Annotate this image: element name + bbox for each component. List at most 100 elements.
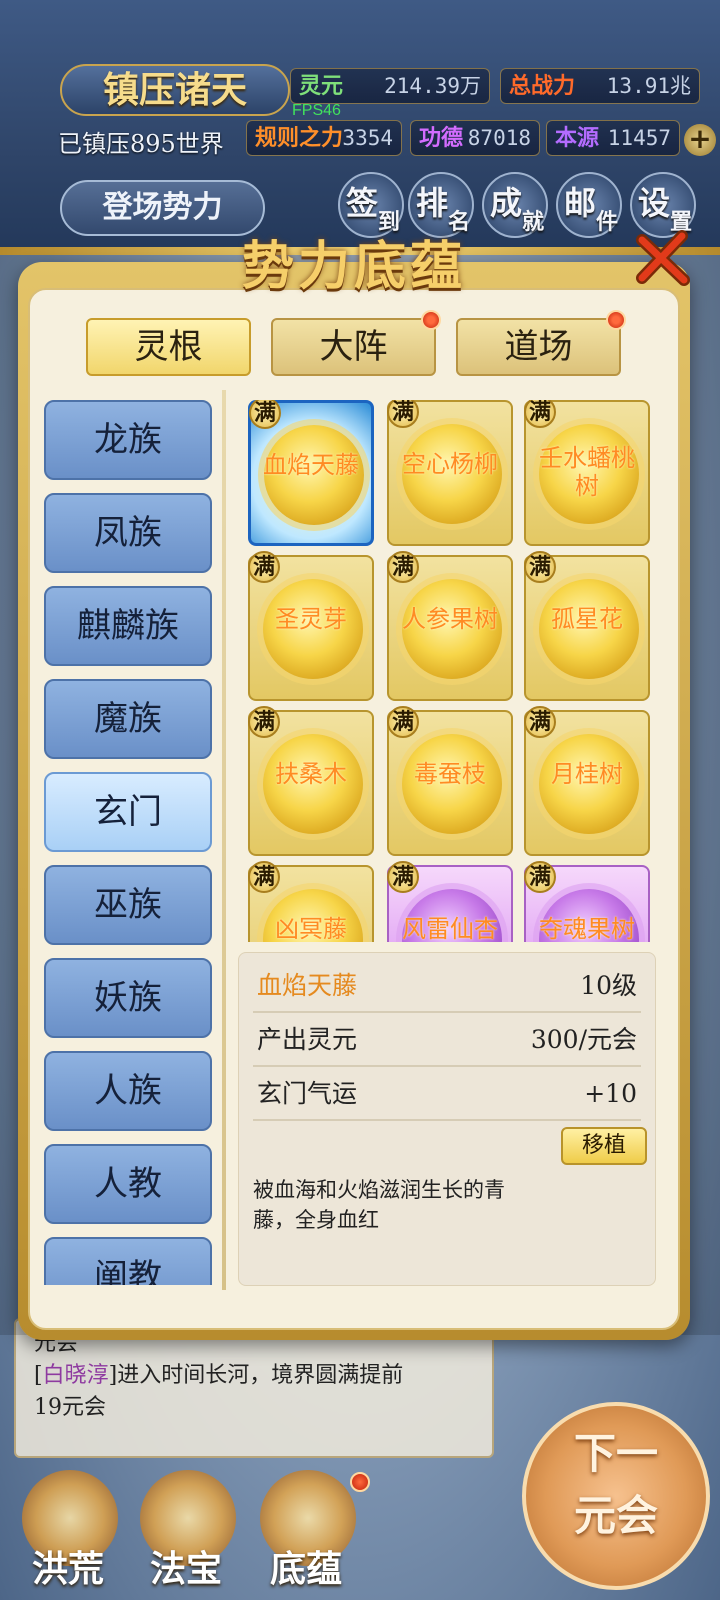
sidebar-item-yaozu[interactable]: 妖族 xyxy=(44,958,212,1038)
feed-character-name[interactable]: 白晓淳 xyxy=(43,1363,109,1388)
detail-luck-label: 玄门气运 xyxy=(257,1079,358,1108)
nav-fabao-label: 法宝 xyxy=(149,1548,222,1590)
stat-rule-value: 3354 xyxy=(342,126,393,150)
close-icon xyxy=(636,230,690,286)
stat-power: 总战力 13.91兆 xyxy=(500,68,700,104)
detail-description: 被血海和火焰滋润生长的青藤，全身血红 xyxy=(253,1178,505,1232)
detail-output-row: 产出灵元 300/元会 xyxy=(253,1013,641,1067)
grid-item-name: 孤星花 xyxy=(551,605,623,633)
sidebar-item-xuanmen[interactable]: 玄门 xyxy=(44,772,212,852)
grid-item-10[interactable]: 风雷仙杏 满 xyxy=(387,861,513,942)
feed-line-1: [白晓淳]进入时间长河，境界圆满提前 xyxy=(34,1363,404,1388)
max-level-badge: 满 xyxy=(248,706,280,738)
grid-item-name: 毒蚕枝 xyxy=(414,760,486,788)
sidebar-item-label: 妖族 xyxy=(94,978,162,1018)
grid-item-1[interactable]: 空心杨柳 满 xyxy=(387,400,513,546)
top-hud: 镇压诸天 已镇压895世界 FPS46 灵元 214.39万 总战力 13.91… xyxy=(0,0,720,255)
detail-output-label: 产出灵元 xyxy=(257,1025,358,1054)
grid-item-9[interactable]: 凶冥藤 满 xyxy=(248,861,374,942)
stat-origin-value: 11457 xyxy=(607,126,671,150)
sidebar-item-fengzu[interactable]: 凤族 xyxy=(44,493,212,573)
sidebar-item-chanjiao[interactable]: 阐教 xyxy=(44,1237,212,1285)
sidebar-item-label: 人族 xyxy=(94,1071,162,1111)
stat-origin: 本源 11457 xyxy=(546,120,680,156)
sidebar-item-label: 玄门 xyxy=(94,792,162,832)
stat-lingyuan-label: 灵元 xyxy=(299,73,344,99)
sidebar-item-label: 麒麟族 xyxy=(77,606,179,646)
max-level-badge: 满 xyxy=(387,706,419,738)
sidebar-item-label: 魔族 xyxy=(94,699,162,739)
modal-title: 势力底蕴 xyxy=(241,236,466,297)
max-level-badge: 满 xyxy=(248,861,280,893)
grid-item-name: 壬水蟠桃树 xyxy=(539,444,635,500)
grid-item-8[interactable]: 月桂树 满 xyxy=(524,706,650,856)
checkin-label-big: 签 xyxy=(346,184,379,222)
tab-linggen-label: 灵根 xyxy=(134,327,203,367)
max-level-badge: 满 xyxy=(387,861,419,893)
stat-power-label: 总战力 xyxy=(509,73,576,99)
nav-honghuang[interactable]: 洪荒 xyxy=(12,1470,124,1594)
sidebar-item-label: 凤族 xyxy=(94,513,162,553)
mail-label-big: 邮 xyxy=(564,184,597,222)
max-level-badge: 满 xyxy=(524,861,556,893)
max-level-badge: 满 xyxy=(249,400,281,429)
grid-item-4[interactable]: 人参果树 满 xyxy=(387,551,513,701)
stat-merit-value: 87018 xyxy=(467,126,531,150)
grid-item-7[interactable]: 毒蚕枝 满 xyxy=(387,706,513,856)
stat-rule: 规则之力 3354 xyxy=(246,120,402,156)
max-level-badge: 满 xyxy=(387,400,419,428)
next-era-line2: 元会 xyxy=(573,1491,658,1540)
next-era-line1: 下一 xyxy=(573,1429,658,1478)
max-level-badge: 满 xyxy=(248,551,280,583)
sidebar-item-renjiao[interactable]: 人教 xyxy=(44,1144,212,1224)
settings-label-big: 设 xyxy=(638,184,671,222)
stat-lingyuan-value: 214.39万 xyxy=(384,74,481,98)
max-level-badge: 满 xyxy=(524,400,556,428)
grid-item-3[interactable]: 圣灵芽 满 xyxy=(248,551,374,701)
detail-output-value: 300/元会 xyxy=(530,1025,637,1054)
detail-item-level: 10级 xyxy=(580,971,637,1000)
stat-rule-label: 规则之力 xyxy=(255,125,344,151)
sidebar-item-renzu[interactable]: 人族 xyxy=(44,1051,212,1131)
tab-daochang-label: 道场 xyxy=(504,327,573,367)
ranking-label-big: 排 xyxy=(416,184,449,222)
close-button[interactable] xyxy=(632,228,694,290)
feed-line-1-text: 进入时间长河，境界圆满提前 xyxy=(117,1363,404,1388)
max-level-badge: 满 xyxy=(524,706,556,738)
next-era-button[interactable]: 下一 元会 xyxy=(522,1402,710,1590)
nav-diyun-label: 底蕴 xyxy=(269,1548,342,1590)
grid-item-name: 扶桑木 xyxy=(275,760,347,788)
tab-linggen[interactable]: 灵根 xyxy=(86,318,251,376)
realm-title: 镇压诸天 xyxy=(102,69,247,111)
sidebar-item-label: 阐教 xyxy=(94,1257,162,1285)
tab-dazhen-label: 大阵 xyxy=(319,327,388,367)
grid-item-name: 空心杨柳 xyxy=(402,450,498,478)
grid-item-11[interactable]: 夺魂果树 满 xyxy=(524,861,650,942)
faction-sidebar[interactable]: 龙族 凤族 麒麟族 魔族 玄门 巫族 妖族 人族 人教 阐教 xyxy=(44,400,214,1285)
sidebar-item-label: 巫族 xyxy=(94,885,162,925)
grid-item-5[interactable]: 孤星花 满 xyxy=(524,551,650,701)
sidebar-item-label: 人教 xyxy=(94,1164,162,1204)
sidebar-item-label: 龙族 xyxy=(94,420,162,460)
stat-power-value: 13.91兆 xyxy=(606,74,691,98)
fps-counter: FPS46 xyxy=(292,102,341,119)
grid-item-name: 凶冥藤 xyxy=(275,915,347,942)
sidebar-item-wuzu[interactable]: 巫族 xyxy=(44,865,212,945)
transplant-button[interactable]: 移植 xyxy=(561,1127,647,1165)
grid-item-name: 圣灵芽 xyxy=(275,605,347,633)
spirit-root-grid[interactable]: 血焰天藤 满 空心杨柳 满 壬水蟠桃树 满 圣灵芽 满 人参果树 满 孤星花 满… xyxy=(248,400,652,942)
feed-line-2: 19元会 xyxy=(34,1395,106,1420)
sidebar-item-longzu[interactable]: 龙族 xyxy=(44,400,212,480)
tab-daochang[interactable]: 道场 xyxy=(456,318,621,376)
sidebar-divider xyxy=(222,390,226,1290)
add-origin-button[interactable]: + xyxy=(684,124,716,156)
nav-diyun[interactable]: 底蕴 xyxy=(250,1470,362,1594)
grid-item-6[interactable]: 扶桑木 满 xyxy=(248,706,374,856)
tab-dazhen[interactable]: 大阵 xyxy=(271,318,436,376)
grid-item-2[interactable]: 壬水蟠桃树 满 xyxy=(524,400,650,546)
nav-fabao[interactable]: 法宝 xyxy=(130,1470,242,1594)
sidebar-item-mozu[interactable]: 魔族 xyxy=(44,679,212,759)
grid-item-0[interactable]: 血焰天藤 满 xyxy=(248,400,374,546)
world-count: 已镇压895世界 xyxy=(58,130,224,158)
sidebar-item-qilinzu[interactable]: 麒麟族 xyxy=(44,586,212,666)
